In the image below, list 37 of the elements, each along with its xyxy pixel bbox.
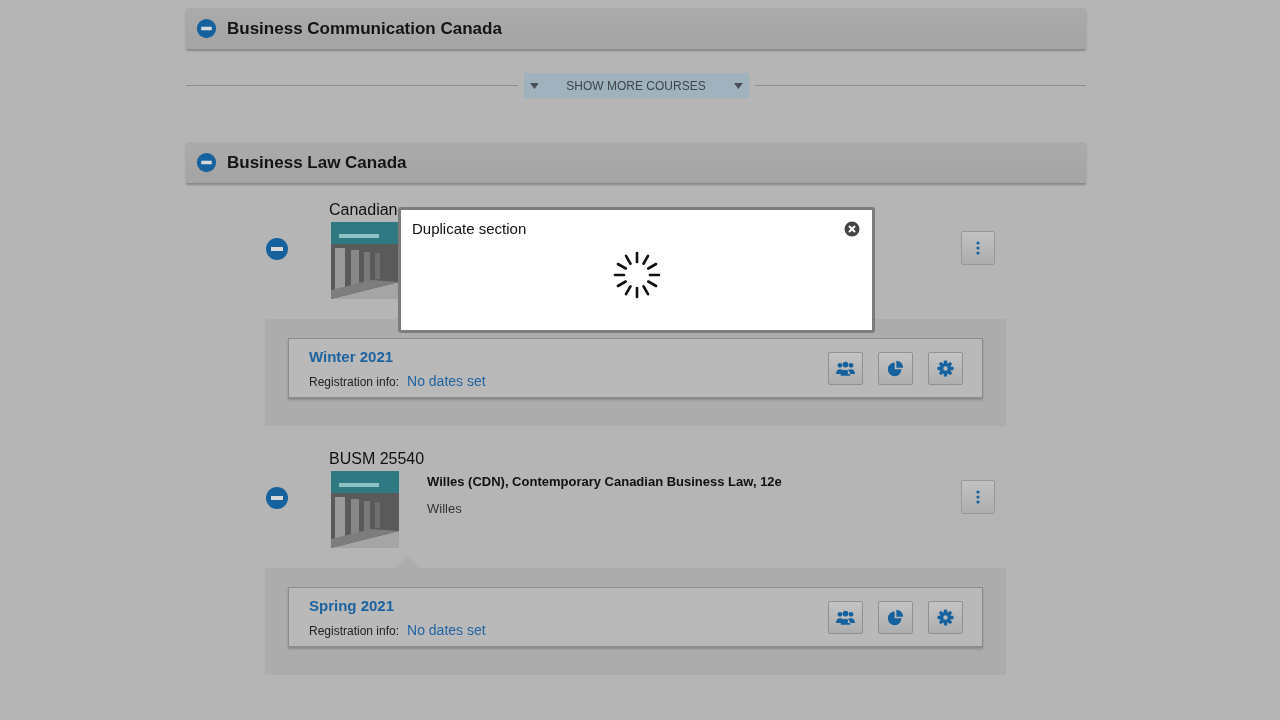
settings-button[interactable] xyxy=(928,351,963,385)
collapse-icon[interactable] xyxy=(196,18,217,39)
pie-chart-icon xyxy=(886,608,905,626)
people-icon xyxy=(836,359,855,377)
people-icon xyxy=(836,608,855,626)
book-author: Willes xyxy=(427,501,463,516)
students-button[interactable] xyxy=(828,600,863,634)
collapse-icon[interactable] xyxy=(196,152,217,173)
registration-link[interactable]: No dates set xyxy=(407,372,486,389)
show-more-button[interactable]: SHOW MORE COURSES xyxy=(523,73,749,98)
section-link[interactable]: Spring 2021 xyxy=(309,596,828,614)
settings-icon xyxy=(936,359,955,377)
more-icon xyxy=(976,241,980,255)
close-icon[interactable] xyxy=(844,220,860,237)
registration-link[interactable]: No dates set xyxy=(407,621,486,638)
registration-label: Registration info: xyxy=(309,623,400,638)
students-button[interactable] xyxy=(828,351,863,385)
group-title: Business Communication Canada xyxy=(227,18,502,39)
settings-button[interactable] xyxy=(928,600,963,634)
settings-icon xyxy=(936,608,955,626)
dialog-title: Duplicate section xyxy=(412,220,527,237)
group-title: Business Law Canada xyxy=(227,152,407,173)
group-header[interactable]: Business Communication Canada xyxy=(186,8,1086,49)
group-header[interactable]: Business Law Canada xyxy=(186,142,1086,183)
caret-icon xyxy=(733,81,743,90)
registration-label: Registration info: xyxy=(309,374,400,389)
collapse-icon[interactable] xyxy=(265,237,289,261)
course-code: Canadian xyxy=(329,201,398,219)
section-link[interactable]: Winter 2021 xyxy=(309,347,828,365)
pie-chart-icon xyxy=(886,359,905,377)
reports-button[interactable] xyxy=(878,351,913,385)
more-icon xyxy=(976,490,980,504)
book-title[interactable]: Willes (CDN), Contemporary Canadian Business Law, 12e xyxy=(427,474,961,489)
course-code: BUSM 25540 xyxy=(329,450,425,468)
collapse-icon[interactable] xyxy=(265,486,289,510)
reports-button[interactable] xyxy=(878,600,913,634)
caret-icon xyxy=(529,81,539,90)
